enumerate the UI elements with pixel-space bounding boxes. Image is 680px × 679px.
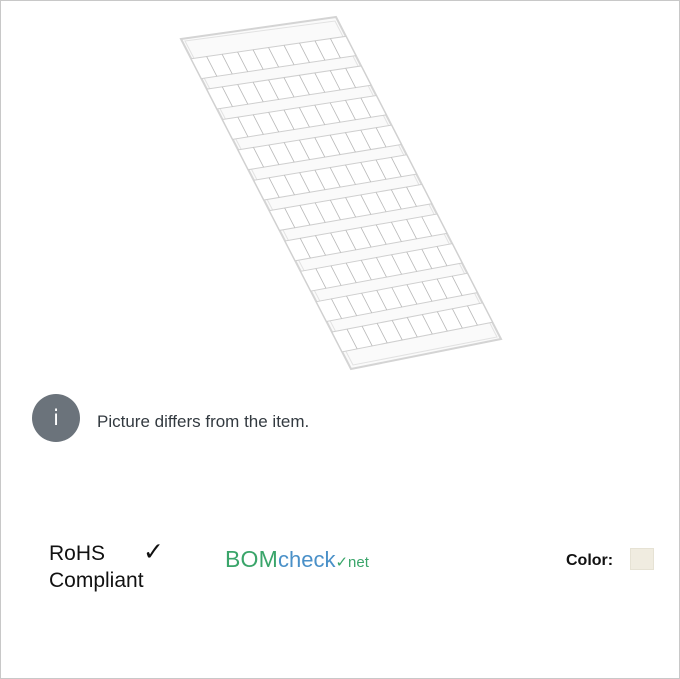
picture-notice-text: Picture differs from the item.: [97, 412, 310, 431]
marker-card-image: [179, 15, 503, 371]
compliant-label: Compliant: [49, 569, 144, 592]
bomcheck-logo-bom: BOM: [225, 546, 278, 572]
rohs-compliant-logo: RoHS ✓ Compliant: [49, 537, 189, 597]
info-icon: i: [32, 394, 80, 442]
checkmark-icon: ✓: [143, 537, 164, 566]
bomcheck-logo: BOMcheck✓net: [225, 546, 369, 573]
bomcheck-logo-check: check: [278, 547, 336, 572]
product-card: i Picture differs from the item. RoHS ✓ …: [0, 0, 680, 679]
rohs-label: RoHS: [49, 542, 106, 565]
color-label: Color:: [566, 552, 614, 569]
color-swatch: [630, 548, 654, 570]
bomcheck-logo-net: ✓net: [335, 554, 369, 571]
